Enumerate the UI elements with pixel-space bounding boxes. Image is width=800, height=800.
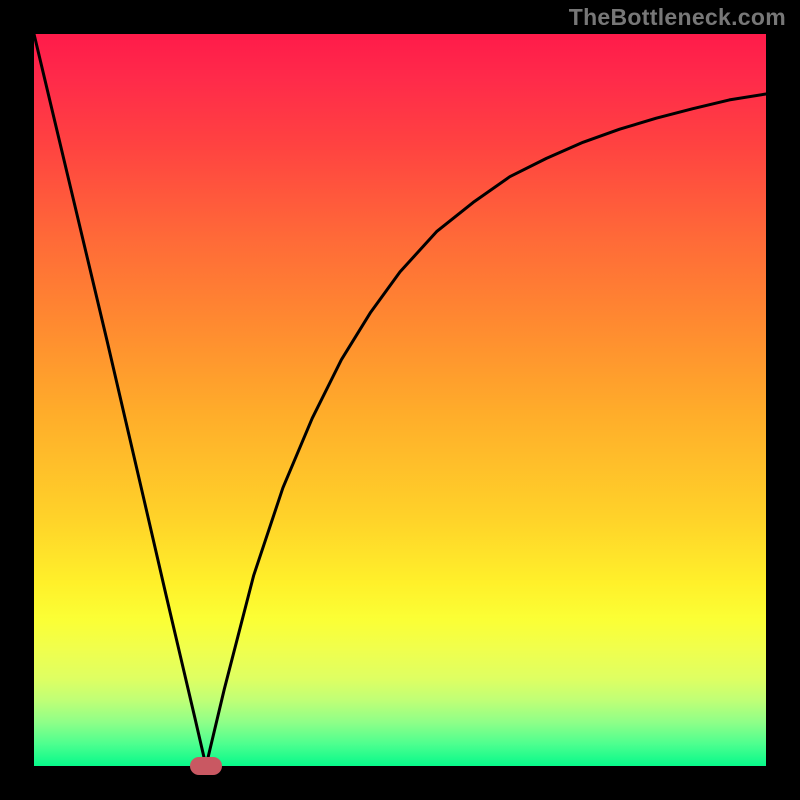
plot-area — [34, 34, 766, 766]
chart-container: TheBottleneck.com — [0, 0, 800, 800]
curve-svg — [34, 34, 766, 766]
frame-border-bottom — [0, 766, 800, 800]
watermark-text: TheBottleneck.com — [569, 4, 786, 31]
frame-border-left — [0, 0, 34, 800]
curve-path — [34, 34, 766, 766]
minimum-marker — [190, 757, 222, 775]
frame-border-right — [766, 0, 800, 800]
